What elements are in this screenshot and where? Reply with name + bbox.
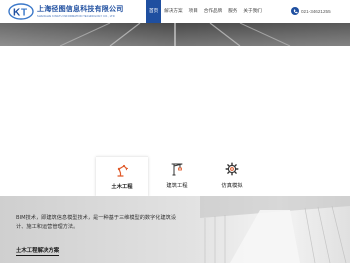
svg-text:K: K — [13, 8, 21, 19]
service-tab-simulation[interactable]: 仿真模拟 — [206, 156, 258, 196]
nav-item-services[interactable]: 服务 — [225, 0, 240, 23]
contact-phone: 021-34621255 — [291, 7, 331, 15]
nav-item-partners[interactable]: 合作品牌 — [201, 0, 225, 23]
company-logo[interactable]: K T — [8, 3, 34, 20]
nav-item-home[interactable]: 首页 — [146, 0, 162, 23]
service-label: 土木工程 — [111, 184, 133, 190]
service-label: 建筑工程 — [166, 183, 188, 189]
phone-icon — [291, 7, 299, 15]
civil-engineering-solution-link[interactable]: 土木工程解决方案 — [16, 246, 60, 256]
brand-name-en: SHANGHAI KINGTU INFORMATION TECHNOLOGY C… — [37, 15, 115, 18]
service-tab-building-engineering[interactable]: 建筑工程 — [151, 156, 203, 196]
solution-section: BIM技术，即建筑信息模型技术，是一种基于三维模型的数字化建筑设计、施工和运营管… — [0, 196, 350, 263]
service-tabs: 土木工程 建筑工程 仿真模拟 — [96, 156, 258, 196]
site-header: K T 上海径图信息科技有限公司 SHANGHAI KINGTU INFORMA… — [0, 0, 350, 23]
gear-icon — [225, 162, 239, 176]
brand-name: 上海径图信息科技有限公司 SHANGHAI KINGTU INFORMATION… — [37, 4, 123, 18]
service-tab-civil-engineering[interactable]: 土木工程 — [96, 156, 148, 196]
crane-icon — [171, 163, 183, 176]
main-nav: 首页 解决方案 项目 合作品牌 服务 关于我们 — [146, 0, 265, 23]
hero-image — [0, 23, 350, 46]
service-label: 仿真模拟 — [221, 183, 243, 189]
solution-description: BIM技术，即建筑信息模型技术，是一种基于三维模型的数字化建筑设计、施工和运营管… — [16, 215, 177, 230]
brand-name-cn: 上海径图信息科技有限公司 — [37, 5, 124, 13]
robot-arm-icon — [117, 164, 128, 177]
phone-number: 021-34621255 — [301, 8, 331, 14]
hero-banner — [0, 23, 350, 46]
nav-item-about[interactable]: 关于我们 — [240, 0, 264, 23]
nav-item-solutions[interactable]: 解决方案 — [161, 0, 185, 23]
nav-item-projects[interactable]: 项目 — [186, 0, 201, 23]
svg-text:T: T — [21, 8, 27, 19]
